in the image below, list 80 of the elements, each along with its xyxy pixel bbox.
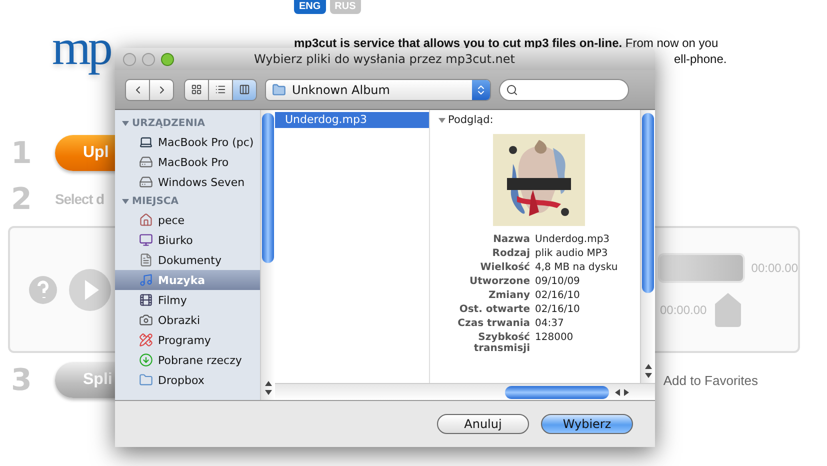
info-label: Zmiany <box>488 290 530 301</box>
step-label: Select d <box>55 191 104 207</box>
scroll-arrows-icon[interactable] <box>613 388 631 396</box>
house-icon <box>139 213 153 227</box>
horizontal-scrollbar[interactable] <box>275 383 655 400</box>
sidebar-item[interactable]: Biurko <box>115 230 260 250</box>
folder-icon <box>272 82 286 96</box>
info-value: 128000 <box>535 332 574 345</box>
close-icon[interactable] <box>123 52 136 66</box>
location-dropdown[interactable]: Unknown Album <box>265 78 491 100</box>
sidebar-item[interactable]: pece <box>115 210 260 230</box>
info-label: Rodzaj <box>491 248 530 259</box>
sidebar-item[interactable]: Pobrane rzeczy <box>115 350 260 370</box>
info-label: Czas trwania <box>456 318 530 329</box>
sidebar-item[interactable]: Dokumenty <box>115 250 260 270</box>
marker-handle[interactable] <box>714 292 741 326</box>
scroll-arrows-icon[interactable] <box>644 362 652 380</box>
sidebar-heading: MIEJSCA <box>132 196 179 206</box>
forward-button[interactable] <box>149 78 174 100</box>
view-mode-button[interactable] <box>184 78 209 100</box>
view-mode-button[interactable] <box>208 78 233 100</box>
info-label: Utworzone <box>468 276 530 287</box>
view-mode-button[interactable] <box>232 78 257 100</box>
window-title: Wybierz pliki do wysłania przez mp3cut.net <box>252 52 516 66</box>
info-label: Szybkość transmisji <box>472 332 530 354</box>
zoom-icon[interactable] <box>161 52 174 66</box>
hard-drive-icon <box>139 175 153 189</box>
music-note-icon <box>139 273 153 287</box>
laptop-icon <box>139 135 153 149</box>
expanded-triangle-icon[interactable] <box>122 198 129 204</box>
dropdown-arrows-icon <box>475 84 487 96</box>
info-label: Nazwa <box>492 234 530 245</box>
preview-heading: Podgląd: <box>448 114 494 126</box>
search-field[interactable] <box>499 78 629 100</box>
grid-view-icon <box>191 84 202 95</box>
preview-scrollbar[interactable] <box>640 110 655 383</box>
favorites-link[interactable]: Add to Favorites <box>663 372 758 388</box>
start-time: 00:00.00 <box>660 302 707 316</box>
end-time: 00:00.00 <box>751 260 798 274</box>
sidebar-item[interactable]: Programy <box>115 330 260 350</box>
info-value: 4,8 MB na dysku <box>535 262 619 273</box>
hard-drive-icon <box>139 155 153 169</box>
play-icon[interactable] <box>68 268 112 312</box>
language-tab[interactable]: ENG <box>294 0 326 14</box>
intro-text: mp3cut is service that allows you to cut mp3 files on-line. From now on you <box>294 36 720 50</box>
expanded-triangle-icon[interactable] <box>122 120 129 126</box>
monitor-icon <box>139 233 153 247</box>
sidebar-scrollbar[interactable] <box>260 110 275 400</box>
info-value: 09/10/09 <box>535 276 581 287</box>
file-item[interactable]: Underdog.mp3 <box>275 112 429 128</box>
info-label: Wielkość <box>479 262 530 273</box>
info-value: 02/16/10 <box>535 290 581 301</box>
document-icon <box>139 253 153 267</box>
choose-button[interactable]: Wybierz <box>541 414 633 434</box>
film-icon <box>139 293 153 307</box>
scroll-arrows-icon[interactable] <box>264 379 272 397</box>
info-value: 02/16/10 <box>535 304 581 315</box>
info-value: Underdog.mp3 <box>535 234 611 245</box>
info-value: plik audio MP3 <box>535 248 609 259</box>
sidebar-heading: URZĄDZENIA <box>132 118 206 128</box>
search-icon <box>506 84 518 96</box>
info-label: Ost. otwarte <box>458 304 530 315</box>
sidebar-item[interactable]: MacBook Pro <box>115 152 260 172</box>
column-view-icon <box>239 84 250 95</box>
sidebar-item[interactable]: MacBook Pro (pc) <box>115 132 260 152</box>
cancel-button[interactable]: Anuluj <box>437 414 529 434</box>
sidebar-item[interactable]: Windows Seven <box>115 172 260 192</box>
sidebar-item[interactable]: Obrazki <box>115 310 260 330</box>
intro-text-end: ell-phone. <box>674 52 727 66</box>
back-button[interactable] <box>125 78 150 100</box>
sidebar-item[interactable]: Dropbox <box>115 370 260 390</box>
folder-icon <box>139 373 153 387</box>
camera-icon <box>139 313 153 327</box>
info-value: 04:37 <box>535 318 565 329</box>
pencil-ruler-icon <box>139 333 153 347</box>
sidebar-item[interactable]: Filmy <box>115 290 260 310</box>
list-view-icon <box>215 84 226 95</box>
expanded-triangle-icon[interactable] <box>438 116 446 124</box>
minimize-icon[interactable] <box>142 52 155 66</box>
download-icon <box>139 353 153 367</box>
